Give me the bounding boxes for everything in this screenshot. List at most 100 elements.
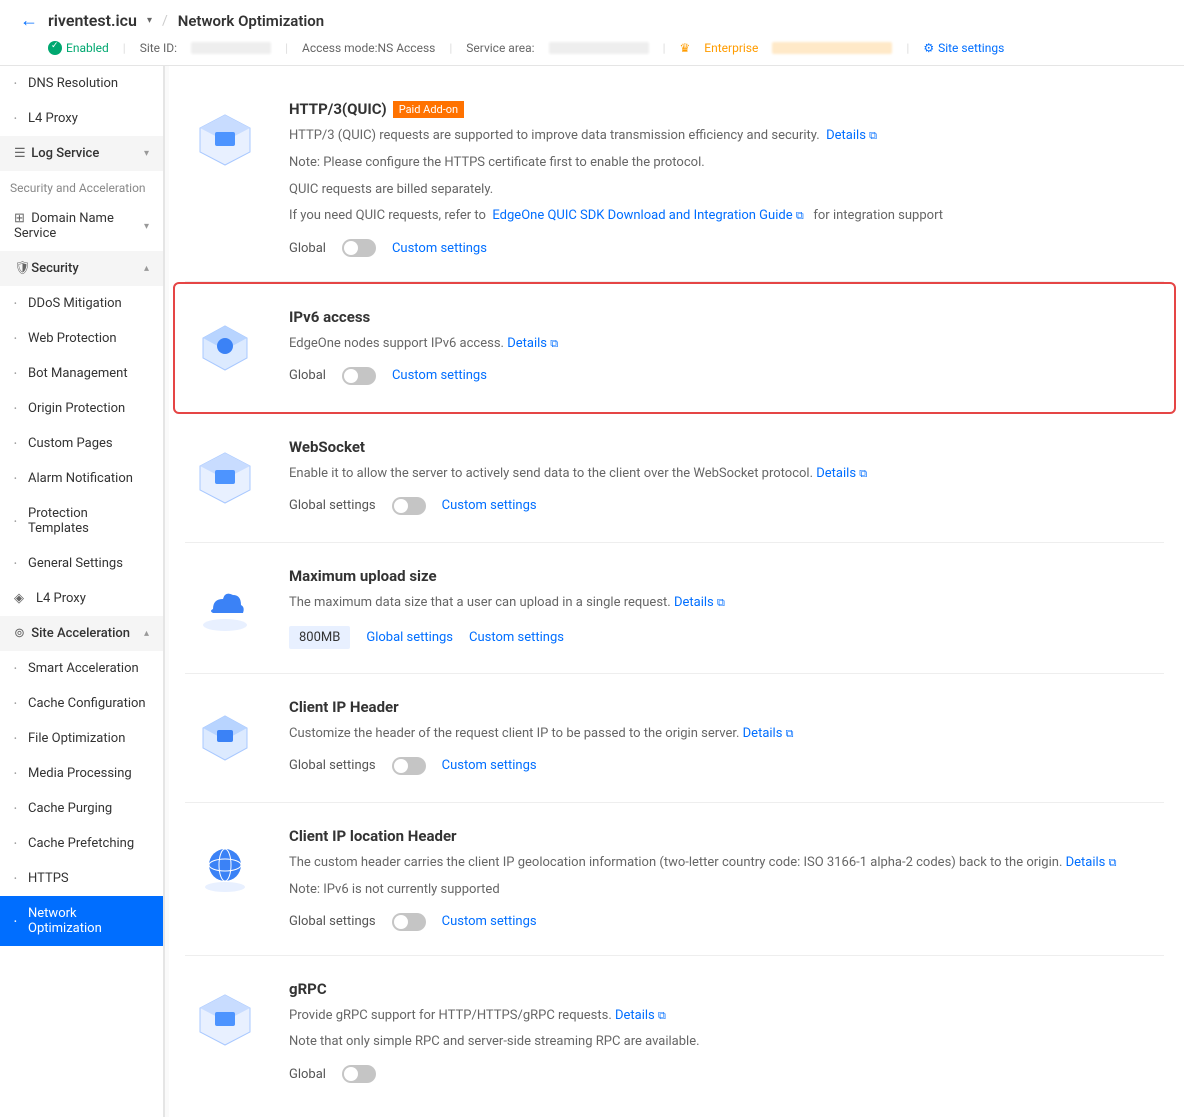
sidebar-item-alarm-notification[interactable]: Alarm Notification [0, 461, 163, 496]
gear-icon: ⚙ [923, 41, 934, 55]
list-icon: ☰ [14, 146, 28, 161]
feature-icon-client-ip [185, 698, 265, 778]
sidebar-item-web-protection[interactable]: Web Protection [0, 321, 163, 356]
feature-icon-http3 [185, 100, 265, 180]
sidebar-item-security[interactable]: 🛡 Security ▴ [0, 251, 163, 286]
external-link-icon: ⧉ [859, 467, 867, 480]
scope-label: Global [289, 241, 326, 256]
sidebar-item-network-optimization[interactable]: Network Optimization [0, 896, 163, 946]
scope-label: Global [289, 1067, 326, 1082]
main-content: HTTP/3(QUIC) Paid Add-on HTTP/3 (QUIC) r… [165, 66, 1184, 1117]
sidebar-item-l4-proxy[interactable]: ◈ L4 Proxy [0, 581, 163, 616]
breadcrumb-separator: / [162, 13, 168, 29]
toggle-client-ip-location[interactable] [392, 913, 426, 931]
feature-note-grpc: Note that only simple RPC and server-sid… [289, 1032, 1164, 1053]
crown-icon: ♛ [680, 41, 691, 55]
breadcrumb-current: Network Optimization [178, 12, 324, 30]
plan-detail-redacted [772, 42, 892, 54]
external-link-icon: ⧉ [550, 337, 558, 350]
scope-label: Global settings [289, 498, 376, 513]
details-link[interactable]: Details ⧉ [826, 128, 877, 143]
feature-card-ipv6: IPv6 access EdgeOne nodes support IPv6 a… [173, 282, 1176, 414]
chevron-down-icon: ▾ [144, 148, 149, 159]
details-link[interactable]: Details ⧉ [507, 336, 558, 351]
back-arrow-icon[interactable]: ← [20, 10, 38, 31]
chevron-down-icon: ▾ [144, 221, 149, 232]
custom-settings-link[interactable]: Custom settings [442, 758, 537, 773]
plan-label: Enterprise [704, 41, 758, 55]
toggle-ipv6[interactable] [342, 367, 376, 385]
feature-desc-client-ip-location: The custom header carries the client IP … [289, 855, 1062, 870]
sidebar-item-cache-configuration[interactable]: Cache Configuration [0, 686, 163, 721]
sidebar-item-general-settings[interactable]: General Settings [0, 546, 163, 581]
details-link[interactable]: Details ⧉ [816, 466, 867, 481]
enabled-label: Enabled [66, 41, 109, 55]
feature-indent2-prefix: If you need QUIC requests, refer to [289, 208, 486, 223]
chevron-up-icon: ▴ [144, 263, 149, 274]
sidebar-item-origin-protection[interactable]: Origin Protection [0, 391, 163, 426]
external-link-icon: ⧉ [658, 1009, 666, 1022]
site-id-value-redacted [191, 42, 271, 54]
shield-icon: 🛡 [14, 261, 28, 276]
details-link[interactable]: Details ⧉ [674, 595, 725, 610]
custom-settings-link[interactable]: Custom settings [442, 914, 537, 929]
sidebar-item-media-processing[interactable]: Media Processing [0, 756, 163, 791]
details-link[interactable]: Details ⧉ [1066, 855, 1117, 870]
sidebar-item-custom-pages[interactable]: Custom Pages [0, 426, 163, 461]
toggle-client-ip[interactable] [392, 757, 426, 775]
feature-icon-upload [185, 567, 265, 647]
feature-icon-grpc [185, 980, 265, 1060]
custom-settings-link[interactable]: Custom settings [392, 241, 487, 256]
sidebar-item-dns-resolution[interactable]: DNS Resolution [0, 66, 163, 101]
sidebar-item-domain-name-service[interactable]: ⊞ Domain Name Service ▾ [0, 201, 163, 251]
scope-label: Global [289, 368, 326, 383]
chevron-down-icon[interactable]: ▾ [147, 15, 152, 26]
sidebar-item-l4-proxy-top[interactable]: L4 Proxy [0, 101, 163, 136]
feature-title-ipv6: IPv6 access [289, 308, 370, 326]
sidebar-item-cache-prefetching[interactable]: Cache Prefetching [0, 826, 163, 861]
feature-indent2-suffix: for integration support [813, 208, 943, 223]
sidebar-item-file-optimization[interactable]: File Optimization [0, 721, 163, 756]
toggle-grpc[interactable] [342, 1065, 376, 1083]
site-name[interactable]: riventest.icu [48, 11, 137, 30]
scope-label: Global settings [289, 758, 376, 773]
feature-icon-globe [185, 827, 265, 907]
cube-icon: ◈ [14, 591, 28, 606]
custom-settings-link[interactable]: Custom settings [392, 368, 487, 383]
feature-desc-upload: The maximum data size that a user can up… [289, 595, 671, 610]
site-settings-link[interactable]: ⚙ Site settings [923, 41, 1004, 55]
toggle-websocket[interactable] [392, 497, 426, 515]
sidebar-item-ddos[interactable]: DDoS Mitigation [0, 286, 163, 321]
speed-icon: ⊚ [14, 626, 28, 641]
feature-card-client-ip-location: Client IP location Header The custom hea… [185, 803, 1164, 956]
sidebar-item-protection-templates[interactable]: Protection Templates [0, 496, 163, 546]
custom-settings-link[interactable]: Custom settings [442, 498, 537, 513]
external-link-icon: ⧉ [1109, 856, 1117, 869]
feature-title-grpc: gRPC [289, 980, 327, 998]
sidebar-item-smart-acceleration[interactable]: Smart Acceleration [0, 651, 163, 686]
external-link-icon: ⧉ [717, 596, 725, 609]
sidebar-item-cache-purging[interactable]: Cache Purging [0, 791, 163, 826]
global-settings-link[interactable]: Global settings [366, 630, 453, 645]
custom-settings-link[interactable]: Custom settings [469, 630, 564, 645]
details-link[interactable]: Details ⧉ [743, 726, 794, 741]
feature-desc-ipv6: EdgeOne nodes support IPv6 access. [289, 336, 504, 351]
details-link[interactable]: Details ⧉ [615, 1008, 666, 1023]
external-link-icon: ⧉ [796, 209, 804, 222]
feature-desc-websocket: Enable it to allow the server to activel… [289, 466, 813, 481]
feature-icon-ipv6 [185, 308, 265, 388]
sidebar-item-bot-management[interactable]: Bot Management [0, 356, 163, 391]
external-link-icon: ⧉ [786, 727, 794, 740]
feature-desc-client-ip: Customize the header of the request clie… [289, 726, 739, 741]
toggle-http3[interactable] [342, 239, 376, 257]
quic-sdk-link[interactable]: EdgeOne QUIC SDK Download and Integratio… [492, 208, 803, 223]
sidebar-item-site-acceleration[interactable]: ⊚ Site Acceleration ▴ [0, 616, 163, 651]
feature-desc-grpc: Provide gRPC support for HTTP/HTTPS/gRPC… [289, 1008, 612, 1023]
feature-desc-http3: HTTP/3 (QUIC) requests are supported to … [289, 128, 820, 143]
sidebar-item-log-service[interactable]: ☰ Log Service ▾ [0, 136, 163, 171]
feature-indent1-http3: QUIC requests are billed separately. [289, 180, 1164, 201]
service-area-label: Service area: [466, 41, 534, 55]
sidebar-item-https[interactable]: HTTPS [0, 861, 163, 896]
sidebar: DNS Resolution L4 Proxy ☰ Log Service ▾ … [0, 66, 165, 1117]
feature-title-websocket: WebSocket [289, 438, 365, 456]
